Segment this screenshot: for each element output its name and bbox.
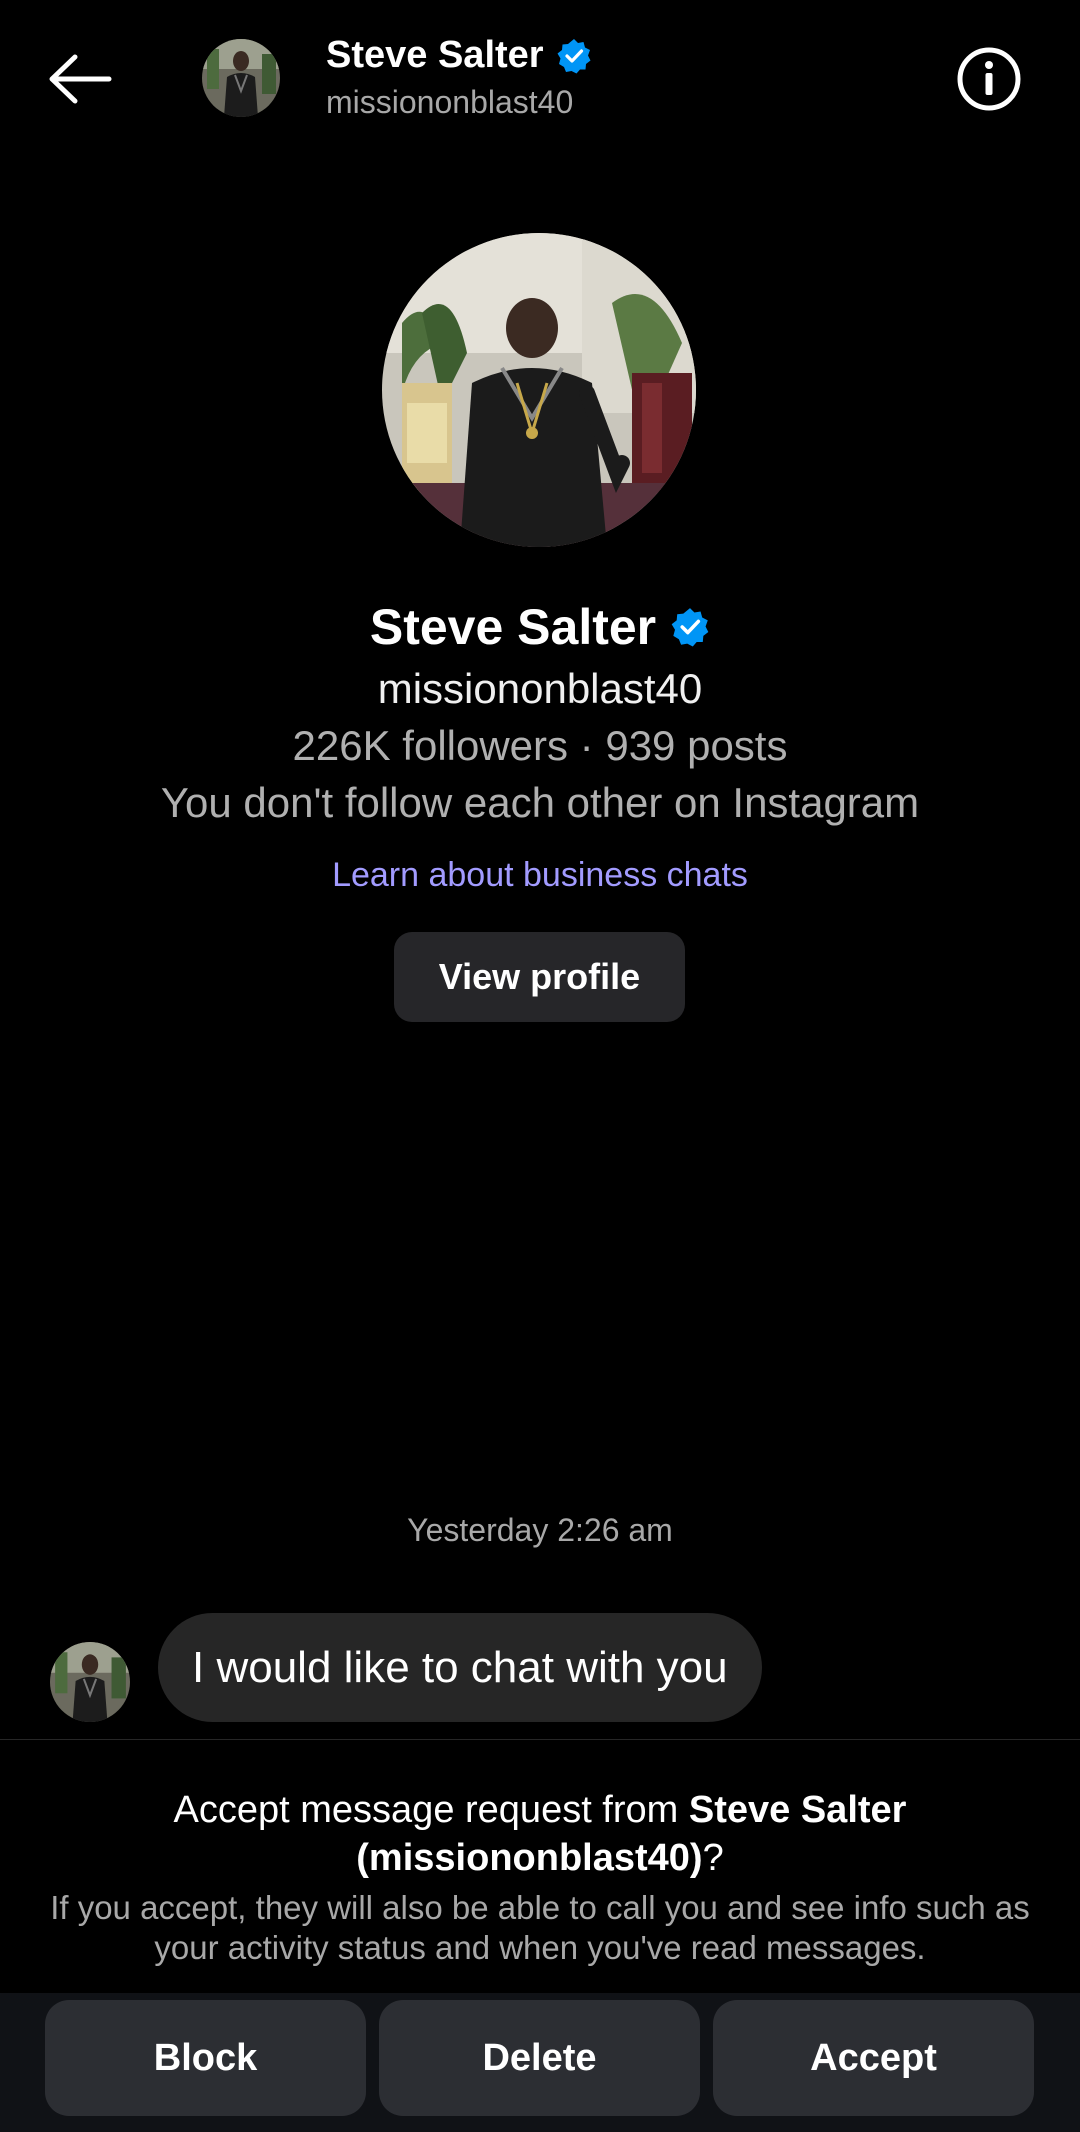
- request-title: Accept message request from Steve Salter…: [60, 1786, 1020, 1882]
- sender-avatar[interactable]: [50, 1642, 130, 1722]
- request-action-bar: Block Delete Accept: [0, 1993, 1080, 2132]
- divider: [0, 1739, 1080, 1740]
- learn-business-chats-link[interactable]: Learn about business chats: [0, 856, 1080, 895]
- verified-badge-icon: [557, 38, 591, 73]
- profile-stats: 226K followers · 939 posts: [292, 722, 788, 769]
- header-avatar[interactable]: [202, 39, 280, 117]
- header-name-row[interactable]: Steve Salter: [326, 34, 592, 77]
- info-icon: [957, 47, 1021, 111]
- message-timestamp: Yesterday 2:26 am: [407, 1512, 673, 1548]
- follow-status: You don't follow each other on Instagram: [160, 779, 920, 826]
- header-username: missiononblast40: [326, 84, 574, 120]
- info-button[interactable]: [956, 46, 1022, 112]
- header-name: Steve Salter: [326, 34, 544, 76]
- arrow-left-icon: [49, 54, 112, 104]
- chat-header: Steve Salter missiononblast40: [0, 0, 1080, 160]
- message-bubble[interactable]: I would like to chat with you: [158, 1613, 762, 1722]
- back-button[interactable]: [40, 46, 120, 112]
- profile-name-row: Steve Salter: [0, 598, 1080, 656]
- accept-button[interactable]: Accept: [713, 2000, 1034, 2116]
- block-button[interactable]: Block: [45, 2000, 366, 2116]
- profile-username: missiononblast40: [377, 665, 703, 712]
- profile-name: Steve Salter: [369, 599, 657, 655]
- request-title-username: (missiononblast40): [356, 1837, 703, 1879]
- view-profile-button[interactable]: View profile: [394, 932, 685, 1022]
- request-description: If you accept, they will also be able to…: [50, 1889, 1030, 1966]
- verified-badge-icon: [671, 608, 709, 647]
- delete-button[interactable]: Delete: [379, 2000, 700, 2116]
- profile-photo[interactable]: [382, 233, 696, 547]
- request-title-suffix: ?: [702, 1837, 724, 1879]
- request-title-prefix: Accept message request from: [173, 1789, 689, 1831]
- request-title-name: Steve Salter: [688, 1789, 907, 1831]
